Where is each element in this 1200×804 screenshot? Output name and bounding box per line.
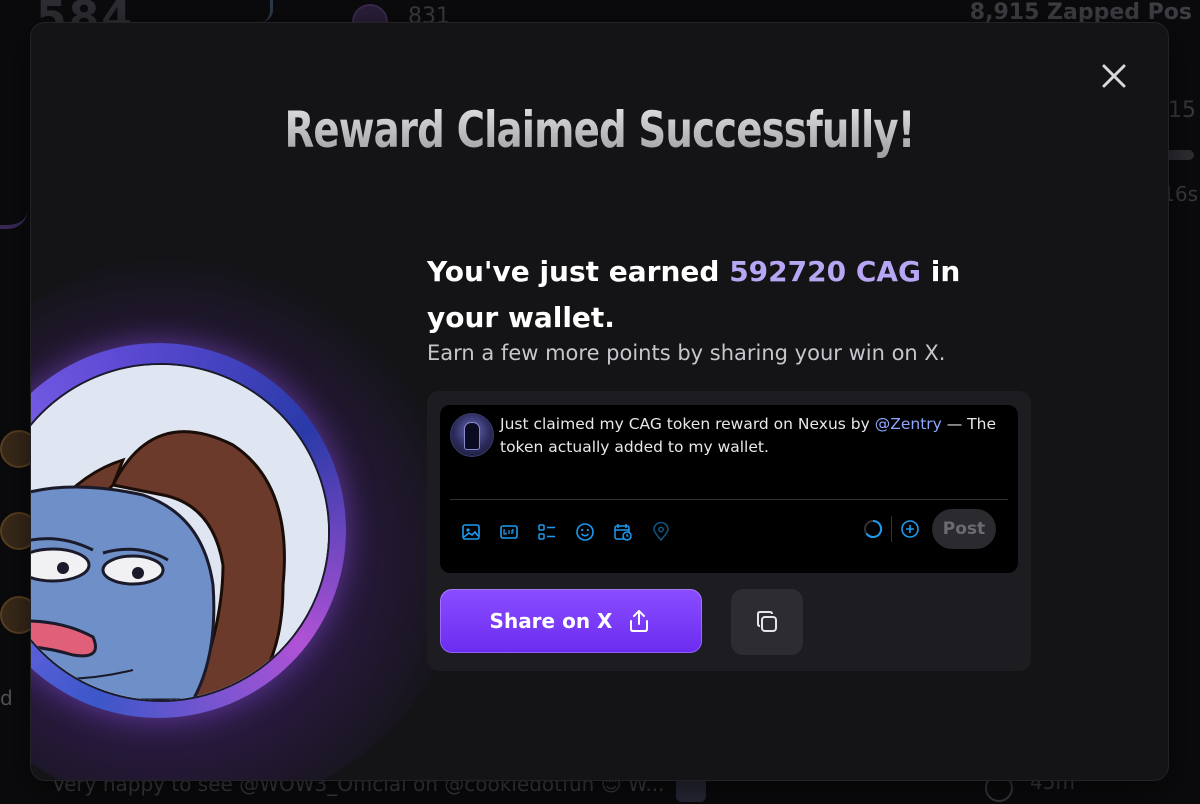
- reward-headline: You've just earned 592720 CAG in your wa…: [427, 249, 1027, 341]
- bg-progress-bar: [1164, 150, 1194, 160]
- post-button[interactable]: Post: [932, 509, 996, 549]
- poll-icon[interactable]: [536, 521, 558, 543]
- tweet-text-prefix: Just claimed my CAG token reward on Nexu…: [500, 415, 875, 433]
- reward-amount: 592720 CAG: [729, 255, 922, 288]
- tweet-toolbar: [460, 519, 672, 545]
- share-subtext: Earn a few more points by sharing your w…: [427, 341, 946, 365]
- bg-decoration: [250, 0, 273, 22]
- copy-icon: [757, 611, 777, 632]
- bg-row-letter: d: [0, 686, 13, 710]
- close-icon: [1102, 64, 1126, 88]
- reward-modal: Reward Claimed Successfully! You've just…: [31, 23, 1168, 780]
- gif-icon[interactable]: [498, 521, 520, 543]
- bg-decoration: [0, 195, 28, 229]
- tweet-mention: @Zentry: [874, 415, 942, 433]
- tweet-actions: Post: [863, 509, 996, 549]
- schedule-icon[interactable]: [612, 521, 634, 543]
- emoji-icon[interactable]: [574, 521, 596, 543]
- divider: [450, 499, 1008, 500]
- share-icon: [630, 610, 649, 632]
- location-icon[interactable]: [650, 521, 672, 543]
- share-on-x-button[interactable]: Share on X: [440, 589, 702, 653]
- character-count-ring: [864, 519, 883, 538]
- image-icon[interactable]: [460, 521, 482, 543]
- tweet-preview: Just claimed my CAG token reward on Nexu…: [440, 405, 1018, 573]
- close-button[interactable]: [1099, 61, 1129, 91]
- share-panel: Just claimed my CAG token reward on Nexu…: [427, 391, 1031, 671]
- modal-title: Reward Claimed Successfully!: [111, 101, 1089, 159]
- divider: [891, 516, 892, 542]
- tweet-text[interactable]: Just claimed my CAG token reward on Nexu…: [500, 413, 1000, 459]
- avatar: [450, 413, 494, 457]
- headline-prefix: You've just earned: [427, 255, 730, 288]
- bg-stat-right: 8,915 Zapped Pos: [969, 0, 1192, 25]
- add-thread-icon[interactable]: [900, 519, 920, 539]
- copy-button[interactable]: [731, 589, 803, 655]
- share-button-label: Share on X: [489, 609, 613, 633]
- medallion-artwork: [31, 363, 330, 702]
